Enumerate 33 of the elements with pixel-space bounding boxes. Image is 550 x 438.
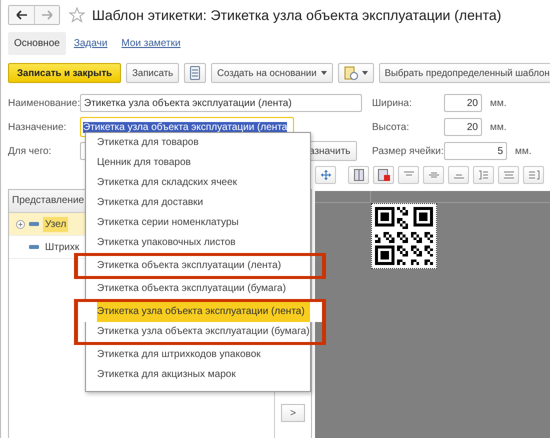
field-label: Наименование: [8, 98, 80, 108]
dropdown-item[interactable]: Этикетка серии номенклатуры [86, 213, 310, 233]
unit-label: мм. [515, 146, 532, 156]
dropdown-item[interactable]: Этикетка для акцизных марок [86, 365, 310, 385]
toolbar-button[interactable]: Записать [126, 63, 180, 83]
dropdown-item[interactable]: Этикетка объекта эксплуатации (бумага) [86, 279, 310, 299]
field-label: Назначение: [8, 122, 68, 132]
number-field[interactable]: 20 [444, 94, 482, 112]
tab[interactable]: Задачи [68, 32, 114, 54]
dropdown-item[interactable]: Этикетка для складских ячеек [86, 173, 310, 193]
tab[interactable]: Мои заметки [115, 32, 187, 54]
unit-label: мм. [490, 98, 507, 108]
dropdown-item[interactable]: Этикетка объекта эксплуатации (лента) [74, 253, 326, 279]
save-and-close-button[interactable]: Записать и закрыть [8, 63, 122, 83]
field-label: Высота: [372, 122, 410, 132]
tree-item-label: Штрихк [44, 240, 80, 254]
field-label: Ширина: [372, 98, 413, 108]
scroll-button[interactable]: > [281, 404, 305, 422]
field-label: Для чего: [8, 146, 52, 156]
tree-item-label: Узел [43, 216, 68, 232]
number-field[interactable]: 5 [444, 142, 507, 160]
number-field[interactable]: 20 [444, 118, 482, 136]
unit-label: мм. [490, 122, 507, 132]
toolbar-button[interactable]: Выбрать предопределенный шаблон [378, 63, 550, 83]
dropdown-item[interactable]: Этикетка узла объекта эксплуатации (лента) [74, 299, 326, 322]
field-label: Размер ячейки: [372, 146, 444, 156]
window-title: Шаблон этикетки: Этикетка узла объекта эксплуатации (лента) [92, 7, 502, 23]
dropdown-item[interactable]: Этикетка упаковочных листов [86, 233, 310, 253]
dropdown-item[interactable]: Этикетка для штрихкодов упаковок [86, 345, 310, 365]
dropdown-item[interactable]: Этикетка узла объекта эксплуатации (бумага) [74, 322, 326, 345]
tab[interactable]: Основное [8, 32, 66, 54]
create-based-on-button[interactable]: Создать на основании [211, 63, 333, 83]
name-field[interactable]: Этикетка узла объекта эксплуатации (лента) [80, 94, 362, 112]
